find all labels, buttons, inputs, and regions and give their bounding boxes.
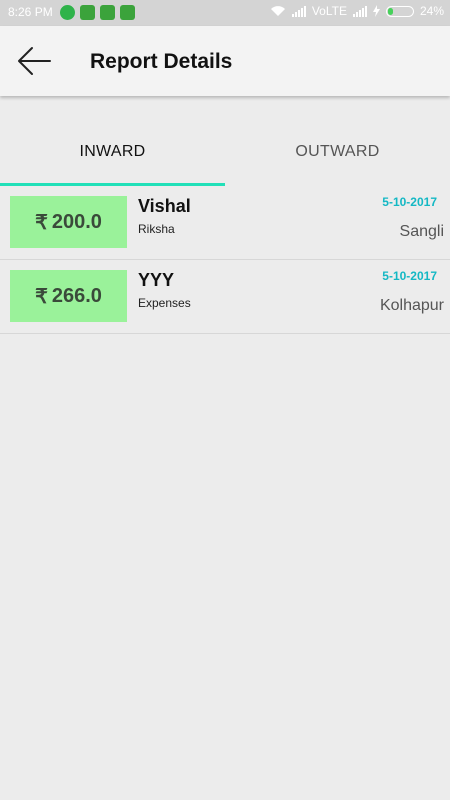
tab-outward[interactable]: OUTWARD bbox=[225, 120, 450, 183]
alarm-icon bbox=[120, 5, 135, 20]
back-button[interactable] bbox=[16, 44, 56, 78]
android-icon bbox=[100, 5, 115, 20]
signal-icon bbox=[352, 5, 367, 17]
page-title: Report Details bbox=[90, 50, 233, 73]
arrow-left-icon bbox=[18, 47, 51, 75]
list-item[interactable]: ₹ 266.0 YYY Expenses 5-10-2017 Kolhapur bbox=[0, 260, 450, 334]
report-place: Kolhapur bbox=[379, 297, 444, 314]
report-date: 5-10-2017 bbox=[382, 269, 437, 283]
report-category: Expenses bbox=[138, 296, 191, 310]
report-name: Vishal bbox=[138, 196, 191, 216]
status-bar: 8:26 PM VoLTE 24% bbox=[0, 0, 450, 26]
rupee-icon: ₹ bbox=[35, 285, 48, 308]
rupee-icon: ₹ bbox=[35, 211, 48, 234]
signal-icon bbox=[291, 5, 306, 17]
report-place: Sangli bbox=[399, 223, 444, 240]
charging-icon bbox=[372, 5, 380, 17]
tab-inward[interactable]: INWARD bbox=[0, 120, 225, 183]
notification-icons bbox=[60, 5, 135, 20]
status-time: 8:26 PM bbox=[8, 5, 53, 19]
report-name: YYY bbox=[138, 270, 175, 290]
report-date: 5-10-2017 bbox=[382, 195, 437, 209]
amount-value: 266.0 bbox=[51, 284, 102, 307]
report-list: ₹ 200.0 Vishal Riksha 5-10-2017 Sangli ₹… bbox=[0, 186, 450, 334]
status-right: VoLTE 24% bbox=[270, 4, 444, 18]
whatsapp-icon bbox=[60, 5, 75, 20]
battery-level bbox=[387, 7, 393, 15]
battery-percent: 24% bbox=[419, 4, 444, 18]
battery-icon bbox=[385, 5, 414, 17]
network-type: VoLTE bbox=[311, 4, 347, 18]
amount-badge: ₹ 266.0 bbox=[10, 270, 127, 322]
amount-badge: ₹ 200.0 bbox=[10, 196, 127, 248]
list-item[interactable]: ₹ 200.0 Vishal Riksha 5-10-2017 Sangli bbox=[0, 186, 450, 260]
tab-bar: INWARD OUTWARD bbox=[0, 120, 450, 186]
report-category: Riksha bbox=[138, 222, 175, 236]
alarm-icon bbox=[80, 5, 95, 20]
app-bar: Report Details bbox=[0, 26, 450, 96]
wifi-icon bbox=[270, 6, 285, 16]
amount-value: 200.0 bbox=[51, 210, 102, 233]
